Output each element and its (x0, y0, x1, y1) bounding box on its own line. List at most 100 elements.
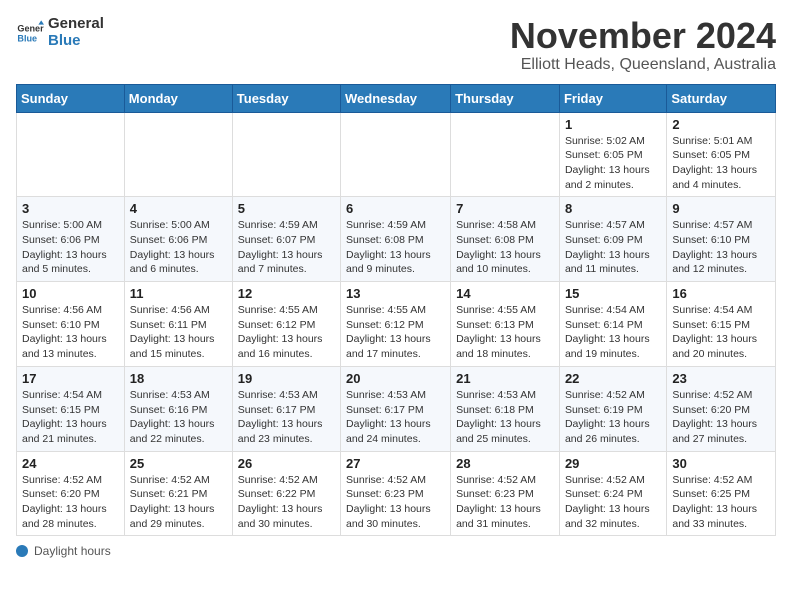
day-number: 11 (130, 286, 227, 301)
day-number: 14 (456, 286, 554, 301)
day-info: Sunrise: 4:59 AM Sunset: 6:07 PM Dayligh… (238, 218, 335, 277)
legend: Daylight hours (16, 544, 776, 558)
calendar-cell: 24 Sunrise: 4:52 AM Sunset: 6:20 PM Dayli… (17, 451, 125, 536)
day-number: 23 (672, 371, 770, 386)
day-number: 10 (22, 286, 119, 301)
day-info: Sunrise: 5:00 AM Sunset: 6:06 PM Dayligh… (22, 218, 119, 277)
calendar-week-row: 3 Sunrise: 5:00 AM Sunset: 6:06 PM Daylig… (17, 197, 776, 282)
day-number: 15 (565, 286, 661, 301)
day-info: Sunrise: 5:00 AM Sunset: 6:06 PM Dayligh… (130, 218, 227, 277)
day-info: Sunrise: 4:53 AM Sunset: 6:16 PM Dayligh… (130, 388, 227, 447)
day-info: Sunrise: 4:52 AM Sunset: 6:22 PM Dayligh… (238, 473, 335, 532)
calendar-cell: 9Sunrise: 4:57 AM Sunset: 6:10 PM Daylig… (667, 197, 776, 282)
day-info: Sunrise: 4:52 AM Sunset: 6:25 PM Dayligh… (672, 473, 770, 532)
calendar-cell: 10 Sunrise: 4:56 AM Sunset: 6:10 PM Dayli… (17, 282, 125, 367)
day-info: Sunrise: 4:55 AM Sunset: 6:13 PM Dayligh… (456, 303, 554, 362)
calendar-cell: 25 Sunrise: 4:52 AM Sunset: 6:21 PM Dayli… (124, 451, 232, 536)
day-number: 26 (238, 456, 335, 471)
day-number: 21 (456, 371, 554, 386)
day-info: Sunrise: 4:53 AM Sunset: 6:17 PM Dayligh… (346, 388, 445, 447)
calendar-cell: 22 Sunrise: 4:52 AM Sunset: 6:19 PM Dayli… (559, 366, 666, 451)
calendar-cell: 6Sunrise: 4:59 AM Sunset: 6:08 PM Daylig… (341, 197, 451, 282)
day-info: Sunrise: 4:57 AM Sunset: 6:10 PM Dayligh… (672, 218, 770, 277)
day-info: Sunrise: 4:53 AM Sunset: 6:18 PM Dayligh… (456, 388, 554, 447)
calendar-day-header: Monday (124, 84, 232, 112)
day-number: 3 (22, 201, 119, 216)
day-info: Sunrise: 4:55 AM Sunset: 6:12 PM Dayligh… (238, 303, 335, 362)
day-number: 28 (456, 456, 554, 471)
calendar-week-row: 24 Sunrise: 4:52 AM Sunset: 6:20 PM Dayli… (17, 451, 776, 536)
calendar-cell: 3 Sunrise: 5:00 AM Sunset: 6:06 PM Daylig… (17, 197, 125, 282)
calendar-cell (451, 112, 560, 197)
day-info: Sunrise: 4:56 AM Sunset: 6:10 PM Dayligh… (22, 303, 119, 362)
day-number: 20 (346, 371, 445, 386)
day-info: Sunrise: 4:58 AM Sunset: 6:08 PM Dayligh… (456, 218, 554, 277)
day-number: 8 (565, 201, 661, 216)
day-number: 16 (672, 286, 770, 301)
day-number: 19 (238, 371, 335, 386)
day-info: Sunrise: 4:52 AM Sunset: 6:21 PM Dayligh… (130, 473, 227, 532)
day-number: 12 (238, 286, 335, 301)
calendar-cell (124, 112, 232, 197)
calendar-day-header: Thursday (451, 84, 560, 112)
legend-dot (16, 545, 28, 557)
day-info: Sunrise: 4:52 AM Sunset: 6:19 PM Dayligh… (565, 388, 661, 447)
month-title: November 2024 (510, 16, 776, 56)
logo-blue-text: Blue (48, 33, 104, 50)
day-number: 7 (456, 201, 554, 216)
day-number: 17 (22, 371, 119, 386)
logo: General Blue General Blue (16, 16, 104, 49)
calendar-cell: 27Sunrise: 4:52 AM Sunset: 6:23 PM Dayli… (341, 451, 451, 536)
calendar-cell: 8Sunrise: 4:57 AM Sunset: 6:09 PM Daylig… (559, 197, 666, 282)
day-info: Sunrise: 4:54 AM Sunset: 6:14 PM Dayligh… (565, 303, 661, 362)
day-number: 29 (565, 456, 661, 471)
day-info: Sunrise: 4:55 AM Sunset: 6:12 PM Dayligh… (346, 303, 445, 362)
page-header: General Blue General Blue November 2024 … (16, 16, 776, 74)
calendar-cell: 20 Sunrise: 4:53 AM Sunset: 6:17 PM Dayli… (341, 366, 451, 451)
calendar-cell: 1Sunrise: 5:02 AM Sunset: 6:05 PM Daylig… (559, 112, 666, 197)
calendar-day-header: Wednesday (341, 84, 451, 112)
calendar-cell: 7 Sunrise: 4:58 AM Sunset: 6:08 PM Daylig… (451, 197, 560, 282)
calendar-day-header: Saturday (667, 84, 776, 112)
calendar-day-header: Tuesday (232, 84, 340, 112)
day-number: 13 (346, 286, 445, 301)
calendar-cell: 16Sunrise: 4:54 AM Sunset: 6:15 PM Dayli… (667, 282, 776, 367)
calendar-cell: 5 Sunrise: 4:59 AM Sunset: 6:07 PM Daylig… (232, 197, 340, 282)
calendar-cell: 21 Sunrise: 4:53 AM Sunset: 6:18 PM Dayli… (451, 366, 560, 451)
calendar-cell: 19 Sunrise: 4:53 AM Sunset: 6:17 PM Dayli… (232, 366, 340, 451)
day-number: 18 (130, 371, 227, 386)
day-number: 30 (672, 456, 770, 471)
calendar-week-row: 17 Sunrise: 4:54 AM Sunset: 6:15 PM Dayli… (17, 366, 776, 451)
day-number: 24 (22, 456, 119, 471)
day-number: 27 (346, 456, 445, 471)
day-info: Sunrise: 4:52 AM Sunset: 6:20 PM Dayligh… (22, 473, 119, 532)
day-info: Sunrise: 4:54 AM Sunset: 6:15 PM Dayligh… (22, 388, 119, 447)
logo-general-text: General (48, 16, 104, 33)
day-info: Sunrise: 4:53 AM Sunset: 6:17 PM Dayligh… (238, 388, 335, 447)
location-title: Elliott Heads, Queensland, Australia (510, 56, 776, 74)
day-info: Sunrise: 5:01 AM Sunset: 6:05 PM Dayligh… (672, 134, 770, 193)
day-number: 22 (565, 371, 661, 386)
day-number: 5 (238, 201, 335, 216)
calendar-day-header: Friday (559, 84, 666, 112)
calendar-cell: 18 Sunrise: 4:53 AM Sunset: 6:16 PM Dayli… (124, 366, 232, 451)
day-info: Sunrise: 4:52 AM Sunset: 6:24 PM Dayligh… (565, 473, 661, 532)
day-number: 25 (130, 456, 227, 471)
day-number: 1 (565, 117, 661, 132)
day-info: Sunrise: 4:56 AM Sunset: 6:11 PM Dayligh… (130, 303, 227, 362)
day-info: Sunrise: 4:52 AM Sunset: 6:20 PM Dayligh… (672, 388, 770, 447)
legend-label: Daylight hours (34, 544, 111, 558)
svg-text:General: General (17, 23, 44, 33)
calendar-cell: 11 Sunrise: 4:56 AM Sunset: 6:11 PM Dayli… (124, 282, 232, 367)
calendar-cell: 30 Sunrise: 4:52 AM Sunset: 6:25 PM Dayli… (667, 451, 776, 536)
calendar-cell: 12 Sunrise: 4:55 AM Sunset: 6:12 PM Dayli… (232, 282, 340, 367)
svg-text:Blue: Blue (17, 33, 37, 43)
calendar-cell: 23 Sunrise: 4:52 AM Sunset: 6:20 PM Dayli… (667, 366, 776, 451)
day-number: 4 (130, 201, 227, 216)
calendar-cell: 26 Sunrise: 4:52 AM Sunset: 6:22 PM Dayli… (232, 451, 340, 536)
logo-icon: General Blue (16, 19, 44, 47)
calendar-week-row: 10 Sunrise: 4:56 AM Sunset: 6:10 PM Dayli… (17, 282, 776, 367)
calendar-table: SundayMondayTuesdayWednesdayThursdayFrid… (16, 84, 776, 537)
calendar-cell: 2Sunrise: 5:01 AM Sunset: 6:05 PM Daylig… (667, 112, 776, 197)
calendar-cell (341, 112, 451, 197)
